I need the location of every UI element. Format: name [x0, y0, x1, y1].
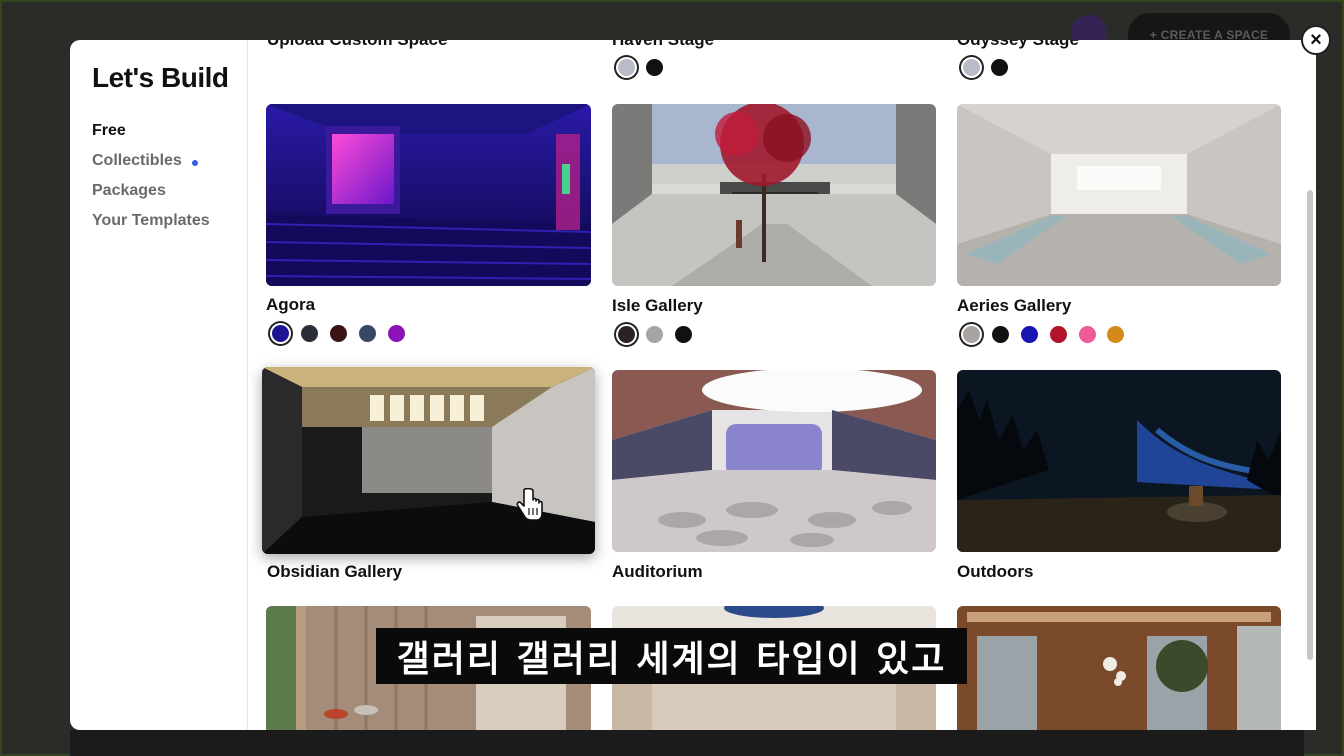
scrollbar-thumb[interactable] — [1307, 190, 1313, 660]
color-swatch[interactable] — [646, 326, 663, 343]
sidebar: Let's Build Free Collectibles Packages Y… — [70, 40, 248, 730]
lets-build-modal: Let's Build Free Collectibles Packages Y… — [70, 40, 1304, 730]
card-title-auditorium[interactable]: Auditorium — [612, 562, 703, 582]
color-swatch[interactable] — [1021, 326, 1038, 343]
card-title-outdoors[interactable]: Outdoors — [957, 562, 1034, 582]
isle-gallery-thumbnail[interactable] — [612, 104, 936, 286]
color-swatch[interactable] — [992, 326, 1009, 343]
hand-cursor-icon — [516, 488, 543, 521]
color-swatch[interactable] — [991, 59, 1008, 76]
nav-item-your-templates[interactable]: Your Templates — [92, 212, 210, 230]
background-strip — [70, 730, 1304, 756]
card-title-agora[interactable]: Agora — [266, 295, 315, 315]
card-title-isle-gallery[interactable]: Isle Gallery — [612, 296, 703, 316]
color-swatch[interactable] — [675, 326, 692, 343]
card-title-odyssey-stage[interactable]: Odyssey Stage — [957, 40, 1079, 50]
color-swatch[interactable] — [1107, 326, 1124, 343]
card-title-aeries-gallery[interactable]: Aeries Gallery — [957, 296, 1071, 316]
color-swatch[interactable] — [646, 59, 663, 76]
outdoors-thumbnail[interactable] — [957, 370, 1281, 552]
close-button[interactable]: × — [1301, 25, 1331, 55]
obsidian-gallery-thumbnail[interactable] — [262, 367, 595, 554]
new-indicator-dot — [192, 160, 198, 166]
color-swatch[interactable] — [272, 325, 289, 342]
modal-title: Let's Build — [92, 62, 229, 93]
auditorium-thumbnail[interactable] — [612, 370, 936, 552]
color-swatch[interactable] — [618, 59, 635, 76]
color-swatch[interactable] — [388, 325, 405, 342]
nav-item-free[interactable]: Free — [92, 122, 126, 140]
color-swatch[interactable] — [330, 325, 347, 342]
card-title-obsidian-gallery[interactable]: Obsidian Gallery — [267, 562, 402, 582]
scrollbar[interactable] — [1304, 40, 1316, 730]
subtitle-caption: 갤러리 갤러리 세계의 타입이 있고 — [376, 628, 967, 684]
color-swatch[interactable] — [963, 59, 980, 76]
color-swatch[interactable] — [301, 325, 318, 342]
color-swatch[interactable] — [359, 325, 376, 342]
template-grid: Upload Custom Space Haven Stage Odyssey … — [248, 40, 1304, 730]
nav-item-packages[interactable]: Packages — [92, 182, 166, 200]
card-title-upload-custom-space[interactable]: Upload Custom Space — [267, 40, 447, 50]
color-swatch[interactable] — [963, 326, 980, 343]
agora-thumbnail[interactable] — [266, 104, 591, 286]
aeries-gallery-thumbnail[interactable] — [957, 104, 1281, 286]
color-swatch[interactable] — [618, 326, 635, 343]
color-swatch[interactable] — [1079, 326, 1096, 343]
color-swatch[interactable] — [1050, 326, 1067, 343]
nav-item-collectibles[interactable]: Collectibles — [92, 152, 182, 170]
card-title-haven-stage[interactable]: Haven Stage — [612, 40, 714, 50]
cabin-thumbnail[interactable] — [957, 606, 1281, 730]
